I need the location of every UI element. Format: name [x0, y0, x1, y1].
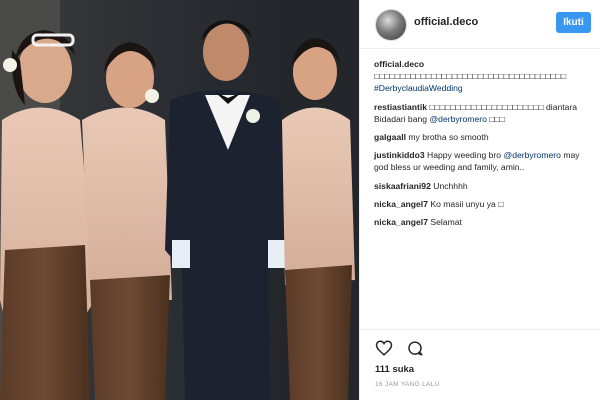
comment: nicka_angel7 Ko masii unyu ya □ — [374, 198, 590, 210]
comment-user[interactable]: nicka_angel7 — [374, 217, 428, 227]
comment-text: □□□□□□□□□□□□□□□□□□□□□□□□□□□□□□□□□□□□□ — [374, 71, 567, 82]
comment-list: official.deco □□□□□□□□□□□□□□□□□□□□□□□□□□… — [374, 58, 590, 234]
avatar[interactable] — [375, 9, 407, 41]
comment-user[interactable]: justinkiddo3 — [374, 150, 425, 160]
username[interactable]: official.deco — [414, 16, 478, 28]
comment-user[interactable]: official.deco — [374, 59, 424, 69]
post-sidebar: official.deco Ikuti official.deco □□□□□□… — [359, 0, 600, 400]
wedding-photo-illustration — [0, 0, 359, 400]
comment: galgaall my brotha so smooth — [374, 131, 590, 143]
mention[interactable]: @derbyromero — [429, 114, 486, 124]
follow-button[interactable]: Ikuti — [556, 12, 591, 33]
comment-text: Ko masii unyu ya □ — [430, 198, 504, 209]
comment-text: Selamat — [430, 217, 462, 228]
comment: justinkiddo3 Happy weeding bro @derbyrom… — [374, 149, 590, 173]
comment: siskaafriani92 Unchhhh — [374, 180, 590, 192]
hashtag[interactable]: #DerbyclaudiaWedding — [374, 83, 463, 93]
comment-user[interactable]: siskaafriani92 — [374, 181, 431, 191]
comment-user[interactable]: galgaall — [374, 132, 406, 142]
mention[interactable]: @derbyromero — [503, 150, 560, 160]
comment: restiastiantik □□□□□□□□□□□□□□□□□□□□□□ di… — [374, 101, 590, 125]
comment-text: Happy weeding bro — [427, 150, 502, 161]
like-count[interactable]: 111 suka — [375, 364, 414, 375]
comment-user[interactable]: nicka_angel7 — [374, 199, 428, 209]
comment-text-tail: □□□ — [489, 113, 505, 124]
post-actions: 111 suka 16 JAM YANG LALU — [360, 329, 600, 401]
instagram-post: official.deco Ikuti official.deco □□□□□□… — [0, 0, 600, 400]
heart-icon[interactable] — [375, 339, 393, 357]
comment-text: Unchhhh — [433, 180, 468, 191]
comment: nicka_angel7 Selamat — [374, 216, 590, 228]
post-header: official.deco Ikuti — [360, 0, 600, 49]
comment-user[interactable]: restiastiantik — [374, 102, 427, 112]
comment: official.deco □□□□□□□□□□□□□□□□□□□□□□□□□□… — [374, 58, 590, 95]
post-timestamp: 16 JAM YANG LALU — [375, 381, 440, 388]
comment-icon[interactable] — [406, 339, 424, 357]
post-photo[interactable] — [0, 0, 359, 400]
comment-text: my brotha so smooth — [408, 132, 489, 143]
